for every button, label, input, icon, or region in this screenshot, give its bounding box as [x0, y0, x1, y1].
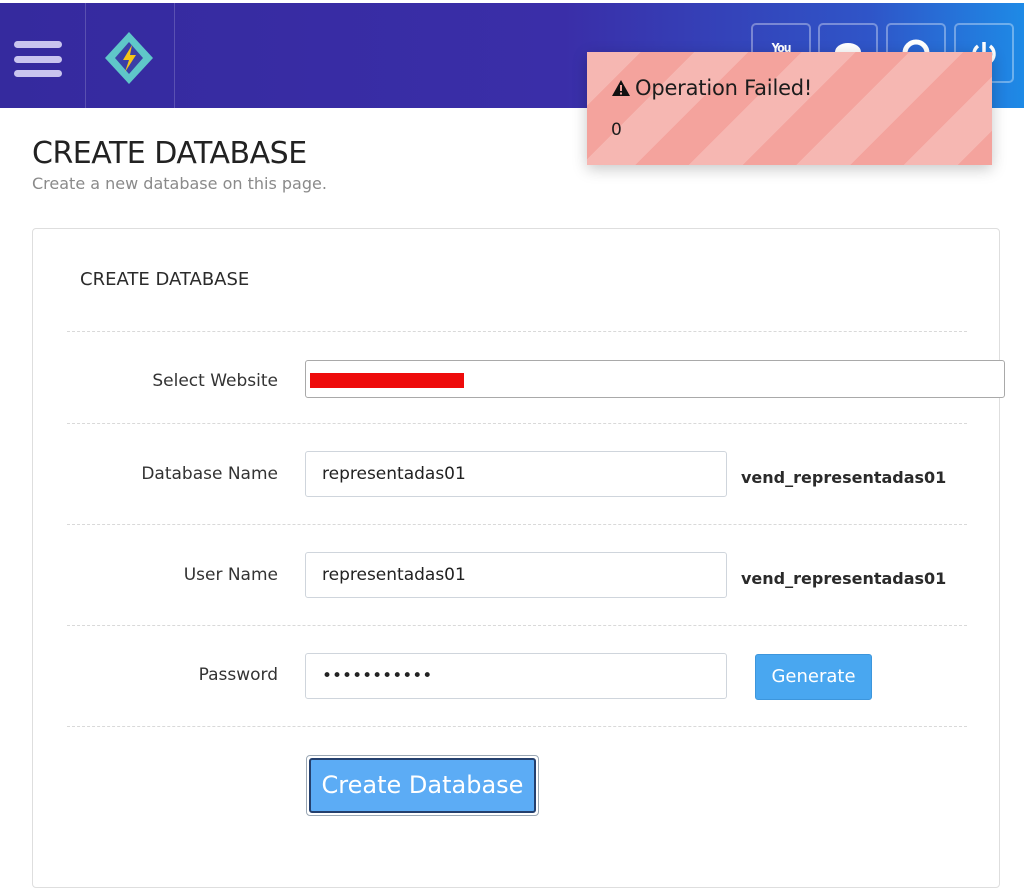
create-database-button[interactable]: Create Database — [309, 758, 536, 813]
redacted-value — [310, 373, 464, 388]
user-name-prefixed: vend_representadas01 — [741, 569, 947, 588]
divider — [67, 625, 967, 626]
menu-button[interactable] — [0, 3, 86, 108]
create-database-panel: CREATE DATABASE Select Website Database … — [32, 228, 1005, 888]
divider — [67, 524, 967, 525]
error-toast[interactable]: Operation Failed! 0 — [587, 52, 992, 165]
database-name-prefixed: vend_representadas01 — [741, 468, 947, 487]
divider — [67, 726, 967, 727]
divider — [67, 331, 967, 332]
database-name-input[interactable]: representadas01 — [305, 451, 727, 497]
database-name-label: Database Name — [141, 464, 278, 484]
user-name-label: User Name — [183, 565, 278, 585]
select-website-label: Select Website — [152, 371, 278, 391]
divider — [67, 423, 967, 424]
warning-icon — [612, 80, 630, 96]
toast-message: 0 — [611, 120, 622, 140]
generate-password-button[interactable]: Generate — [755, 654, 872, 700]
panel-title: CREATE DATABASE — [80, 269, 250, 290]
toast-title-text: Operation Failed! — [635, 76, 813, 100]
password-input[interactable]: ••••••••••• — [305, 653, 727, 699]
toast-title: Operation Failed! — [611, 76, 812, 100]
page-subtitle: Create a new database on this page. — [32, 174, 327, 193]
create-database-button-focus-ring: Create Database — [306, 755, 539, 816]
website-select[interactable] — [305, 360, 1005, 398]
page-title: CREATE DATABASE — [32, 136, 307, 171]
user-name-input[interactable]: representadas01 — [305, 552, 727, 598]
logo-icon — [105, 32, 153, 84]
password-label: Password — [198, 665, 278, 685]
logo[interactable] — [86, 3, 175, 108]
